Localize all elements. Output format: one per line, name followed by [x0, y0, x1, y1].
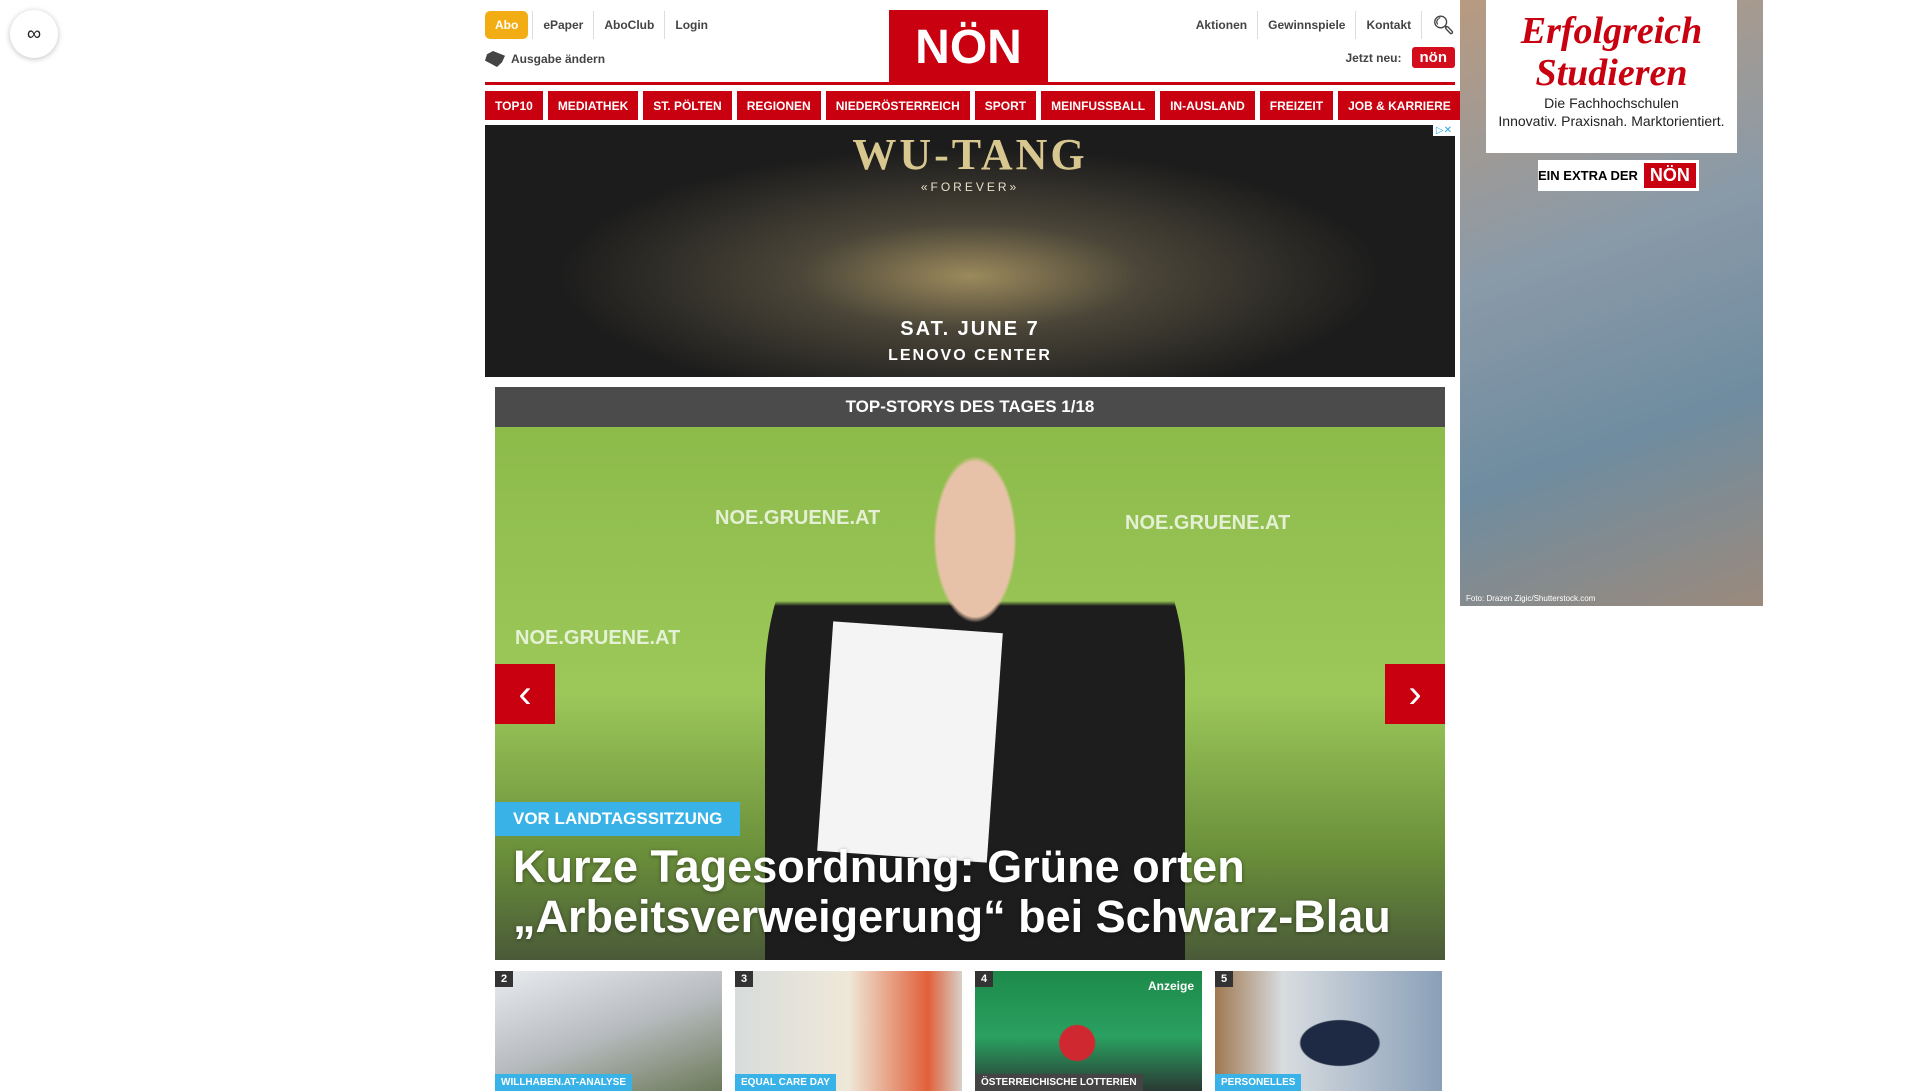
search-icon[interactable]: 🔍︎: [1422, 15, 1455, 36]
story-card[interactable]: 5 PERSONELLES: [1215, 971, 1442, 1091]
nav-job-karriere[interactable]: JOB & KARRIERE: [1338, 91, 1461, 120]
right-links: Aktionen Gewinnspiele Kontakt 🔍︎: [1186, 11, 1455, 39]
side-ad[interactable]: Erfolgreich Studieren Die Fachhochschule…: [1460, 0, 1763, 606]
card-tag: ÖSTERREICHISCHE LOTTERIEN: [975, 1074, 1143, 1091]
card-number: 4: [975, 971, 994, 987]
nav-mediathek[interactable]: MEDIATHEK: [547, 91, 639, 120]
card-tag: PERSONELLES: [1215, 1074, 1302, 1091]
aboclub-link[interactable]: AboClub: [593, 11, 664, 39]
next-arrow-icon[interactable]: ›: [1385, 664, 1445, 724]
kleine-noen-logo[interactable]: nön: [1411, 47, 1455, 68]
glasses-icon: ∞: [26, 22, 42, 45]
prev-arrow-icon[interactable]: ‹: [495, 664, 555, 724]
story-cards: 2 WILLHABEN.AT-ANALYSE 3 EQUAL CARE DAY 4 A…: [495, 971, 1445, 1091]
ausgabe-aendern-link[interactable]: Ausgabe ändern: [485, 51, 605, 67]
ad-badge: Anzeige: [1147, 979, 1194, 993]
ad-venue: LENOVO CENTER: [888, 347, 1052, 364]
story-card[interactable]: 2 WILLHABEN.AT-ANALYSE: [495, 971, 722, 1091]
reader-mode-button[interactable]: ∞: [10, 10, 58, 58]
side-ad-line1: Die Fachhochschulen: [1544, 95, 1679, 111]
nav-regionen[interactable]: REGIONEN: [736, 91, 821, 120]
extra-brand: NÖN: [1643, 163, 1696, 188]
nav-st-poelten[interactable]: ST. PÖLTEN: [643, 91, 732, 120]
card-number: 2: [495, 971, 514, 987]
nav-freizeit[interactable]: FREIZEIT: [1259, 91, 1334, 120]
nav-meinfussball[interactable]: MEINFUSSBALL: [1041, 91, 1156, 120]
story-tag[interactable]: VOR LANDTAGSSITZUNG: [495, 802, 741, 836]
abo-button[interactable]: Abo: [485, 11, 529, 39]
card-number: 3: [735, 971, 754, 987]
side-ad-headline: Erfolgreich Studieren: [1520, 10, 1703, 94]
card-tag: EQUAL CARE DAY: [735, 1074, 836, 1091]
extra-label: EIN EXTRA DER: [1538, 168, 1638, 183]
card-number: 5: [1215, 971, 1234, 987]
ad-date: SAT. JUNE 7: [900, 318, 1040, 340]
main-nav: TOP10 MEDIATHEK ST. PÖLTEN REGIONEN NIED…: [485, 91, 1461, 120]
card-tag: WILLHABEN.AT-ANALYSE: [495, 1074, 632, 1091]
header-divider: [485, 82, 1455, 85]
story-card[interactable]: 4 Anzeige ÖSTERREICHISCHE LOTTERIEN: [975, 971, 1202, 1091]
slider-image[interactable]: NOE.GRUENE.AT NOE.GRUENE.AT NOE.GRUENE.A…: [495, 427, 1445, 960]
photo-credit: Foto: Drazen Zigic/Shutterstock.com: [1466, 594, 1596, 603]
ausgabe-label: Ausgabe ändern: [511, 52, 606, 66]
nav-niederoesterreich[interactable]: NIEDERÖSTERREICH: [825, 91, 970, 120]
noen-logo[interactable]: NÖN: [889, 10, 1048, 84]
kleine-noen-promo[interactable]: Jetzt neu: nön: [1345, 47, 1455, 68]
adchoices-close-icon[interactable]: ▷✕: [1432, 125, 1455, 136]
slider-header: TOP-STORYS DES TAGES 1/18: [495, 387, 1445, 427]
side-ad-line2: Innovativ. Praxisnah. Marktorientiert.: [1498, 113, 1725, 129]
kontakt-link[interactable]: Kontakt: [1356, 11, 1423, 39]
nav-in-ausland[interactable]: IN-AUSLAND: [1160, 91, 1255, 120]
banner-ad[interactable]: WU-TANG «FOREVER» SAT. JUNE 7 LENOVO CEN…: [485, 125, 1455, 377]
lower-austria-map-icon: [485, 51, 505, 67]
aktionen-link[interactable]: Aktionen: [1186, 11, 1259, 39]
story-headline[interactable]: Kurze Tagesordnung: Grüne orten „Arbeits…: [513, 842, 1405, 942]
document-photo: [817, 621, 1003, 863]
nav-top10[interactable]: TOP10: [485, 91, 543, 120]
watermark: NOE.GRUENE.AT: [515, 627, 681, 649]
extra-badge: EIN EXTRA DER NÖN: [1538, 160, 1699, 191]
jetzt-neu-label: Jetzt neu:: [1345, 50, 1402, 65]
nav-sport[interactable]: SPORT: [974, 91, 1037, 120]
ad-title: WU-TANG: [852, 130, 1088, 179]
gewinnspiele-link[interactable]: Gewinnspiele: [1258, 11, 1357, 39]
top-stories-slider: TOP-STORYS DES TAGES 1/18 NOE.GRUENE.AT …: [495, 387, 1445, 960]
top-links: Abo ePaper AboClub Login: [485, 11, 718, 39]
epaper-link[interactable]: ePaper: [532, 11, 593, 39]
login-link[interactable]: Login: [664, 11, 718, 39]
side-ad-text: Erfolgreich Studieren Die Fachhochschule…: [1486, 0, 1737, 153]
watermark: NOE.GRUENE.AT: [1125, 512, 1291, 534]
story-card[interactable]: 3 EQUAL CARE DAY: [735, 971, 962, 1091]
ad-subtitle: «FOREVER»: [920, 180, 1020, 194]
